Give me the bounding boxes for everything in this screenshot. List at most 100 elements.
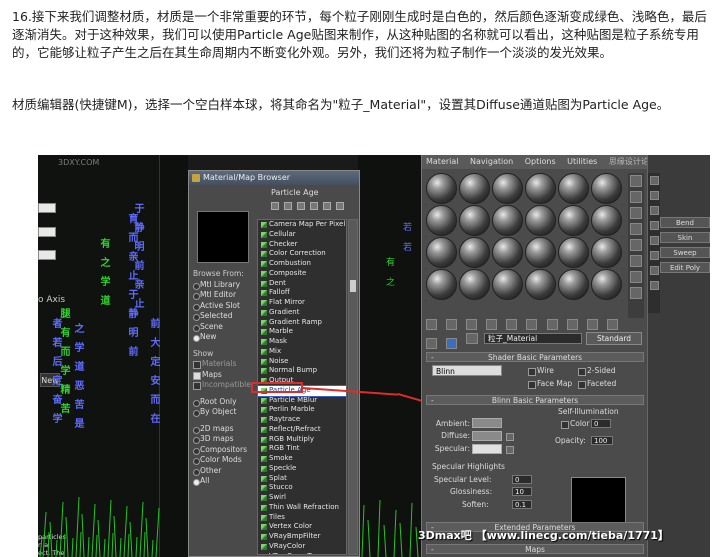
map-list-item[interactable]: Thin Wall Refraction	[258, 503, 346, 513]
color-checkbox[interactable]: Color	[561, 419, 590, 429]
material-id-icon[interactable]	[566, 319, 578, 330]
viewport[interactable]: 3DXY.COM o Axis New particles n a ect. T…	[38, 155, 161, 557]
sample-sphere[interactable]	[525, 173, 556, 204]
viewport-field[interactable]	[38, 203, 56, 213]
sample-sphere[interactable]	[426, 173, 457, 204]
maps-rollout[interactable]: Maps	[426, 544, 644, 554]
create-icon[interactable]	[649, 176, 659, 185]
sample-sphere[interactable]	[459, 237, 490, 268]
map-list-item[interactable]: RGB Multiply	[258, 435, 346, 445]
sample-sphere[interactable]	[591, 173, 622, 204]
menu-options[interactable]: Options	[525, 157, 556, 166]
sample-sphere[interactable]	[492, 269, 523, 300]
sample-sphere[interactable]	[459, 173, 490, 204]
sample-sphere[interactable]	[525, 205, 556, 236]
sample-sphere[interactable]	[558, 237, 589, 268]
modifier-skin[interactable]: Skin	[660, 232, 710, 243]
menu-navigation[interactable]: Navigation	[470, 157, 513, 166]
map-list-item[interactable]: Mix	[258, 347, 346, 357]
menu-utilities[interactable]: Utilities	[567, 157, 597, 166]
sample-sphere[interactable]	[492, 237, 523, 268]
sample-sphere[interactable]	[459, 269, 490, 300]
sample-sphere[interactable]	[426, 205, 457, 236]
map-list-item[interactable]: Tiles	[258, 513, 346, 523]
map-list-item[interactable]: Camera Map Per Pixel	[258, 220, 346, 230]
type-other[interactable]: Other	[193, 466, 253, 477]
show-end-result-icon[interactable]	[606, 319, 618, 330]
show-result-icon[interactable]	[649, 281, 659, 290]
material-editor[interactable]: Material Navigation Options Utilities 思缘…	[421, 155, 647, 557]
glossiness-value[interactable]: 10	[512, 487, 532, 496]
reset-map-icon[interactable]	[486, 319, 498, 330]
browse-from-new[interactable]: New	[193, 332, 253, 343]
face-map-checkbox[interactable]: Face Map	[528, 379, 572, 389]
menu-material[interactable]: Material	[426, 157, 459, 166]
root-root-only[interactable]: Root Only	[193, 397, 253, 408]
modifier-sweep[interactable]: Sweep	[660, 247, 710, 258]
update-icon[interactable]	[310, 202, 318, 210]
uv-tiling-icon[interactable]	[630, 223, 642, 235]
show-incompatible[interactable]: Incompatible	[193, 380, 253, 391]
map-list-item[interactable]: Composite	[258, 269, 346, 279]
opacity-value[interactable]: 100	[591, 436, 613, 445]
modify-icon[interactable]	[649, 191, 659, 200]
map-list-item[interactable]: Combustion	[258, 259, 346, 269]
small-icons-icon[interactable]	[284, 202, 292, 210]
background-icon[interactable]	[630, 207, 642, 219]
copy-material-icon[interactable]	[506, 319, 518, 330]
type-3d-maps[interactable]: 3D maps	[193, 434, 253, 445]
modifier-bend[interactable]: Bend	[660, 217, 710, 228]
two-sided-checkbox[interactable]: 2-Sided	[578, 366, 615, 376]
scroll-thumb[interactable]	[350, 280, 356, 292]
backlight-icon[interactable]	[630, 191, 642, 203]
map-list-item[interactable]: RGB Tint	[258, 444, 346, 454]
map-list-item[interactable]: Color Correction	[258, 249, 346, 259]
hierarchy-icon[interactable]	[649, 206, 659, 215]
modifier-edit-poly[interactable]: Edit Poly	[660, 262, 710, 273]
map-list-item[interactable]: Perlin Marble	[258, 405, 346, 415]
browse-from-mtl-library[interactable]: Mtl Library	[193, 280, 253, 291]
sample-sphere[interactable]	[591, 205, 622, 236]
self-illum-value[interactable]: 0	[591, 419, 611, 428]
select-by-material-icon[interactable]	[630, 287, 642, 299]
map-list-item[interactable]: Particle MBlur	[258, 396, 346, 406]
sample-sphere[interactable]	[591, 237, 622, 268]
material-name-input[interactable]: 粒子_Material	[484, 333, 582, 344]
material-map-browser[interactable]: Material/Map Browser Particle Age Browse…	[188, 170, 360, 557]
material-type-button[interactable]: Standard	[586, 332, 642, 345]
map-list-item[interactable]: VRayColor	[258, 542, 346, 552]
blinn-rollout[interactable]: Blinn Basic Parameters	[426, 395, 644, 405]
assign-material-icon[interactable]	[466, 319, 478, 330]
map-list-item[interactable]: Gradient Ramp	[258, 318, 346, 328]
browse-from-selected[interactable]: Selected	[193, 311, 253, 322]
sample-slots[interactable]	[426, 173, 626, 300]
map-list-item[interactable]: Noise	[258, 357, 346, 367]
sample-sphere[interactable]	[591, 269, 622, 300]
sample-sphere[interactable]	[525, 269, 556, 300]
type-compositors[interactable]: Compositors	[193, 445, 253, 456]
map-list-item[interactable]: VRayCompTex	[258, 552, 346, 554]
specular-map-button[interactable]	[506, 446, 514, 454]
map-list-item[interactable]: Smoke	[258, 454, 346, 464]
type-color-mods[interactable]: Color Mods	[193, 455, 253, 466]
put-to-library-icon[interactable]	[546, 319, 558, 330]
sample-sphere[interactable]	[492, 173, 523, 204]
pick-material-icon[interactable]	[466, 333, 478, 344]
shader-select[interactable]: Blinn	[432, 365, 502, 376]
sample-sphere[interactable]	[558, 269, 589, 300]
map-list-item[interactable]: Dent	[258, 279, 346, 289]
sample-sphere[interactable]	[558, 173, 589, 204]
viewport-field[interactable]	[38, 227, 56, 237]
specular-swatch[interactable]	[472, 444, 502, 454]
spec-level-value[interactable]: 0	[512, 475, 532, 484]
sample-sphere[interactable]	[558, 205, 589, 236]
map-list-item[interactable]: Reflect/Refract	[258, 425, 346, 435]
clear-icon[interactable]	[336, 202, 344, 210]
map-list-item[interactable]: Stucco	[258, 483, 346, 493]
root-by-object[interactable]: By Object	[193, 407, 253, 418]
shader-rollout[interactable]: Shader Basic Parameters	[426, 352, 644, 362]
large-icons-icon[interactable]	[297, 202, 305, 210]
faceted-checkbox[interactable]: Faceted	[578, 379, 616, 389]
sample-sphere[interactable]	[459, 205, 490, 236]
type-2d-maps[interactable]: 2D maps	[193, 424, 253, 435]
